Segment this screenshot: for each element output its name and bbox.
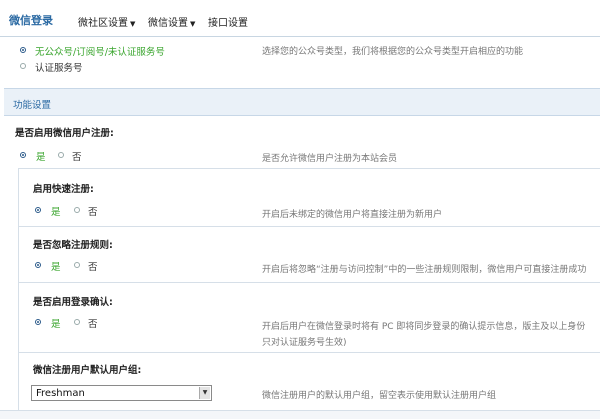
tab-label: 微社区设置 <box>78 18 128 29</box>
radio-yes[interactable] <box>35 262 41 268</box>
tab-label: 微信设置 <box>148 18 188 29</box>
tab-label: 接口设置 <box>208 18 248 29</box>
default-group-hint: 微信注册用户的默认用户组，留空表示使用默认注册用户组 <box>262 391 497 401</box>
row-divider <box>18 226 600 227</box>
radio-no[interactable] <box>74 207 80 213</box>
radio-no[interactable] <box>74 262 80 268</box>
account-type-label-unverified: 无公众号/订阅号/未认证服务号 <box>35 47 165 58</box>
setting-question-default-group: 微信注册用户默认用户组: <box>33 365 142 376</box>
radio-no-label: 否 <box>88 207 98 218</box>
section-title: 功能设置 <box>13 100 52 111</box>
row-divider <box>18 352 600 353</box>
radio-no-label: 否 <box>88 262 98 273</box>
chevron-down-icon: ▼ <box>130 20 136 28</box>
top-nav: 微信登录 微社区设置 ▼ 微信设置 ▼ 接口设置 <box>0 0 600 37</box>
chevron-down-icon: ▼ <box>190 20 196 28</box>
account-type-label-verified: 认证服务号 <box>35 63 83 74</box>
radio-yes-label: 是 <box>51 207 61 218</box>
radio-no-label: 否 <box>72 152 82 163</box>
setting-hint-continued: 只对认证服务号生效) <box>262 338 347 348</box>
setting-hint: 是否允许微信用户注册为本站会员 <box>262 154 398 164</box>
chevron-down-icon[interactable]: ▼ <box>199 387 210 399</box>
radio-yes-label: 是 <box>36 152 46 163</box>
tab-wechat-settings[interactable]: 微信设置 ▼ <box>148 14 195 29</box>
setting-question-login-confirm: 是否启用登录确认: <box>33 297 113 308</box>
radio-no[interactable] <box>74 319 80 325</box>
radio-yes-label: 是 <box>51 319 61 330</box>
setting-hint: 开启后未绑定的微信用户将直接注册为新用户 <box>262 210 443 220</box>
default-group-select[interactable]: Freshman ▼ <box>31 385 212 401</box>
setting-question-quick-registration: 启用快速注册: <box>33 184 94 195</box>
radio-no[interactable] <box>58 152 64 158</box>
account-type-radio-verified[interactable] <box>20 63 26 69</box>
setting-hint: 开启后用户在微信登录时将有 PC 即将同步登录的确认提示信息，版主及以上身份 <box>262 322 586 332</box>
radio-yes[interactable] <box>35 207 41 213</box>
tab-api-settings[interactable]: 接口设置 <box>208 14 248 29</box>
radio-yes[interactable] <box>35 319 41 325</box>
account-type-hint: 选择您的公众号类型，我们将根据您的公众号类型开启相应的功能 <box>262 47 524 57</box>
tab-community-settings[interactable]: 微社区设置 ▼ <box>78 14 135 29</box>
row-divider <box>18 282 600 283</box>
nav-brand[interactable]: 微信登录 <box>9 12 53 28</box>
setting-hint: 开启后将忽略“注册与访问控制”中的一些注册规则限制，微信用户可直接注册成功 <box>262 265 587 275</box>
radio-yes-label: 是 <box>51 262 61 273</box>
setting-question-enable-registration: 是否启用微信用户注册: <box>15 128 114 139</box>
radio-yes[interactable] <box>20 152 26 158</box>
setting-question-ignore-rules: 是否忽略注册规则: <box>33 240 113 251</box>
section-header: 功能设置 <box>4 88 600 116</box>
account-type-radio-unverified[interactable] <box>20 47 26 53</box>
radio-no-label: 否 <box>88 319 98 330</box>
default-group-value: Freshman <box>36 388 85 399</box>
